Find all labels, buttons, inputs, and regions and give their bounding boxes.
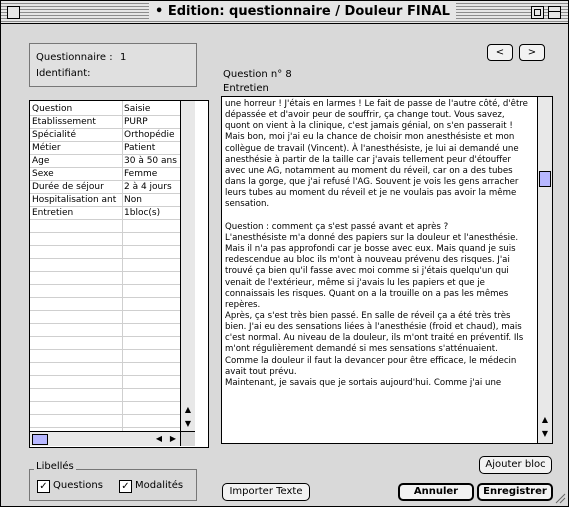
row-saisie: Non [124,195,142,205]
empty-row [30,350,180,363]
row-saisie: Orthopédie [124,130,175,140]
row-saisie: 1bloc(s) [124,208,161,218]
question-number: Question n° 8 [223,69,292,80]
empty-row [30,233,180,246]
column-header-question: Question [32,104,73,114]
import-text-button[interactable]: Importer Texte [222,483,310,501]
empty-row [30,389,180,402]
row-question: Sexe [32,169,54,179]
empty-row [30,259,180,272]
empty-row [30,285,180,298]
table-row[interactable]: Entretien 1bloc(s) [30,207,180,220]
resize-grip-icon[interactable] [554,492,566,504]
scroll-up-arrow-icon[interactable]: ▲ [181,403,195,417]
editor-window: • Edition: questionnaire / Douleur FINAL… [0,0,569,507]
identifiant-label: Identifiant: [36,68,91,79]
table-row[interactable]: Spécialité Orthopédie [30,129,180,142]
text-scroll-down-arrow-icon[interactable]: ▼ [538,427,552,441]
question-name: Entretien [223,83,269,94]
record-info-box: Questionnaire : 1 Identifiant: [29,43,197,87]
answer-text[interactable]: une horreur ! J'étais en larmes ! Le fai… [225,99,531,389]
save-button[interactable]: Enregistrer [477,483,553,501]
questions-checkbox-label: Questions [53,480,103,491]
empty-row [30,272,180,285]
table-horizontal-scrollbar[interactable]: ◀ ▶ [30,431,180,446]
empty-row [30,246,180,259]
table-row[interactable]: Durée de séjour 2 à 4 jours [30,181,180,194]
empty-row [30,337,180,350]
modalites-checkbox-label: Modalités [135,480,184,491]
collapse-box[interactable] [548,6,561,19]
scroll-right-arrow-icon[interactable]: ▶ [166,432,180,446]
cancel-button[interactable]: Annuler [398,483,474,501]
questions-checkbox[interactable]: ✓ [37,480,50,493]
table-row[interactable]: Etablissement PURP [30,116,180,129]
scroll-corner [180,431,195,446]
empty-row [30,402,180,415]
close-box[interactable] [7,6,20,19]
empty-row [30,298,180,311]
empty-row [30,415,180,428]
horizontal-scroll-thumb[interactable] [32,434,48,445]
empty-row [30,376,180,389]
empty-row [30,220,180,233]
row-question: Durée de séjour [32,182,104,192]
empty-row [30,311,180,324]
empty-row [30,363,180,376]
previous-question-button[interactable]: < [487,44,513,61]
text-scroll-thumb[interactable] [539,171,551,187]
table-row[interactable]: Hospitalisation ant Non [30,194,180,207]
questionnaire-label: Questionnaire : [36,52,113,63]
column-header-saisie: Saisie [124,104,151,114]
row-saisie: Femme [124,169,158,179]
add-block-button[interactable]: Ajouter bloc [479,456,552,474]
questionnaire-value: 1 [120,52,127,63]
table-row[interactable]: Sexe Femme [30,168,180,181]
scroll-left-arrow-icon[interactable]: ◀ [152,432,166,446]
row-saisie: 2 à 4 jours [124,182,172,192]
text-vertical-scrollbar[interactable]: ▲ ▼ [537,97,552,443]
table-vertical-scrollbar[interactable]: ▲ ▼ [180,101,195,431]
libelles-group-label: Libellés [34,461,76,472]
title-bar[interactable]: • Edition: questionnaire / Douleur FINAL [1,1,568,24]
row-saisie: PURP [124,117,148,127]
row-question: Etablissement [32,117,96,127]
row-question: Spécialité [32,130,76,140]
table-row[interactable]: Métier Patient [30,142,180,155]
row-question: Age [32,156,50,166]
row-saisie: Patient [124,143,156,153]
empty-row [30,324,180,337]
questions-table[interactable]: Question Saisie Etablissement PURP Spéci… [29,100,209,448]
row-saisie: 30 à 50 ans [124,156,177,166]
scroll-down-arrow-icon[interactable]: ▼ [181,417,195,431]
table-header: Question Saisie [30,103,180,116]
zoom-box[interactable] [531,6,544,19]
row-question: Hospitalisation ant [32,195,117,205]
row-question: Entretien [32,208,74,218]
modalites-checkbox[interactable]: ✓ [119,480,132,493]
text-scroll-up-arrow-icon[interactable]: ▲ [538,413,552,427]
window-title: • Edition: questionnaire / Douleur FINAL [149,3,456,21]
next-question-button[interactable]: > [519,44,545,61]
row-question: Métier [32,143,61,153]
answer-text-area[interactable]: une horreur ! J'étais en larmes ! Le fai… [221,96,553,444]
table-row[interactable]: Age 30 à 50 ans [30,155,180,168]
